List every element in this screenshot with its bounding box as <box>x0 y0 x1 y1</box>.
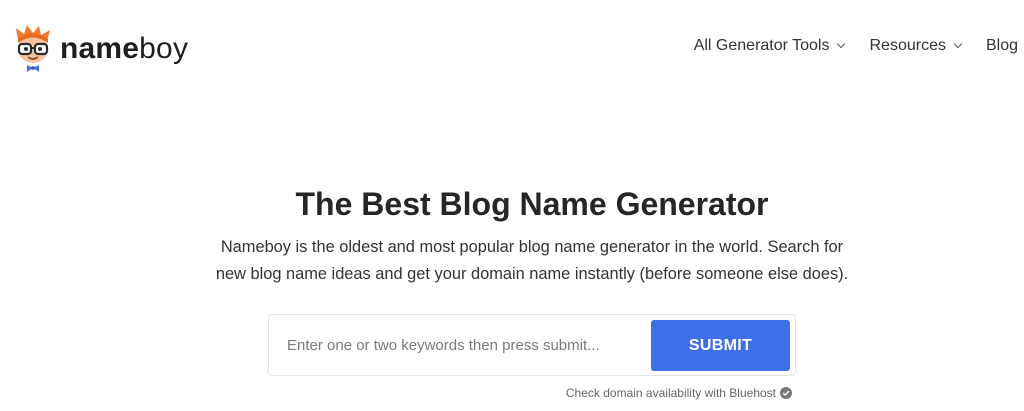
check-circle-icon <box>780 387 792 399</box>
nav-blog[interactable]: Blog <box>986 37 1018 55</box>
logo-link[interactable]: nameboy <box>12 24 188 74</box>
chevron-down-icon <box>837 39 846 49</box>
nav-resources[interactable]: Resources <box>869 37 963 55</box>
keyword-search-input[interactable] <box>277 323 647 367</box>
chevron-down-icon <box>953 39 963 49</box>
logo-wordmark: nameboy <box>60 32 189 65</box>
bluehost-note: Check domain availability with Bluehost <box>566 386 792 400</box>
nav-all-generator-tools[interactable]: All Generator Tools <box>693 37 846 55</box>
search-form: SUBMIT <box>268 314 796 376</box>
main-nav: All Generator Tools Resources Blog <box>694 37 1018 55</box>
site-header: nameboy All Generator Tools Resources Bl… <box>0 0 1024 96</box>
nav-label: Resources <box>869 37 946 54</box>
bluehost-note-text[interactable]: Check domain availability with Bluehost <box>566 386 776 400</box>
submit-button[interactable]: SUBMIT <box>651 320 790 371</box>
nav-label: Blog <box>985 37 1018 54</box>
nameboy-mascot-icon <box>16 25 50 72</box>
nav-label: All Generator Tools <box>693 37 830 54</box>
page-title: The Best Blog Name Generator <box>295 186 769 222</box>
page-description: Nameboy is the oldest and most popular b… <box>215 238 849 283</box>
